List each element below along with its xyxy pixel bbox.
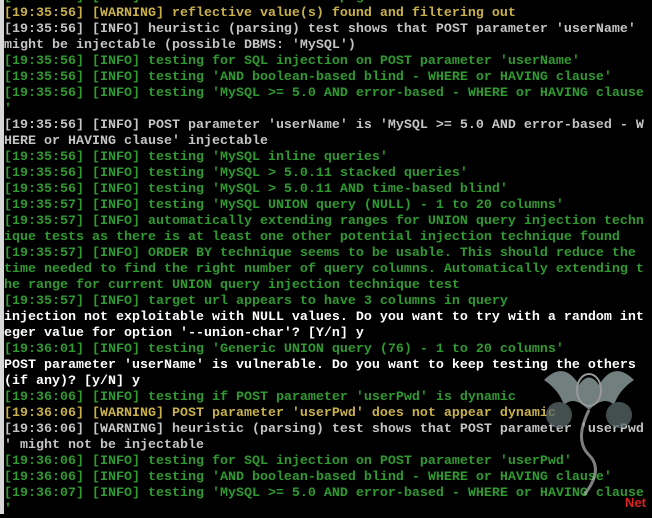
- prompt-line: eger value for option '--union-char'? [Y…: [4, 326, 364, 341]
- dragon-roses-emblem-icon: [544, 371, 634, 496]
- log-line: [19:35:57] [INFO] testing 'MySQL UNION q…: [4, 198, 564, 213]
- log-line: [19:35:56] [INFO] testing 'MySQL inline …: [4, 150, 388, 165]
- log-line: [19:35:56] [INFO] testing 'MySQL > 5.0.1…: [4, 182, 508, 197]
- log-line: [19:35:56] [INFO] POST parameter 'userNa…: [4, 118, 644, 133]
- log-line: [19:35:56] [INFO] testing 'MySQL >= 5.0 …: [4, 86, 644, 101]
- log-line: [19:35:56] [INFO] heuristic (parsing) te…: [4, 22, 636, 37]
- log-line: [19:35:56] [INFO] testing 'AND boolean-b…: [4, 70, 612, 85]
- log-line: he range for current UNION query injecti…: [4, 278, 460, 293]
- log-line: [19:35:56] [INFO] testing 'MySQL > 5.0.1…: [4, 166, 468, 181]
- log-line: HERE or HAVING clause' injectable: [4, 134, 268, 149]
- log-line: ': [4, 102, 12, 117]
- log-line: [19:36:01] [INFO] testing 'Generic UNION…: [4, 342, 564, 357]
- log-line: [19:35:57] [INFO] ORDER BY technique see…: [4, 246, 636, 261]
- prompt-line: injection not exploitable with NULL valu…: [4, 310, 644, 325]
- log-line: ique tests as there is at least one othe…: [4, 230, 620, 245]
- log-line: [19:35:57] [INFO] target url appears to …: [4, 294, 508, 309]
- log-line: [19:35:57] [INFO] automatically extendin…: [4, 214, 644, 229]
- watermark-text: Net: [625, 495, 646, 510]
- log-line: [19:35:56] [WARNING] reflective value(s)…: [4, 6, 516, 21]
- log-line: time needed to find the right number of …: [4, 262, 644, 277]
- log-line: [19:35:56] [INFO] testing for SQL inject…: [4, 54, 580, 69]
- log-line: might be injectable (possible DBMS: 'MyS…: [4, 38, 356, 53]
